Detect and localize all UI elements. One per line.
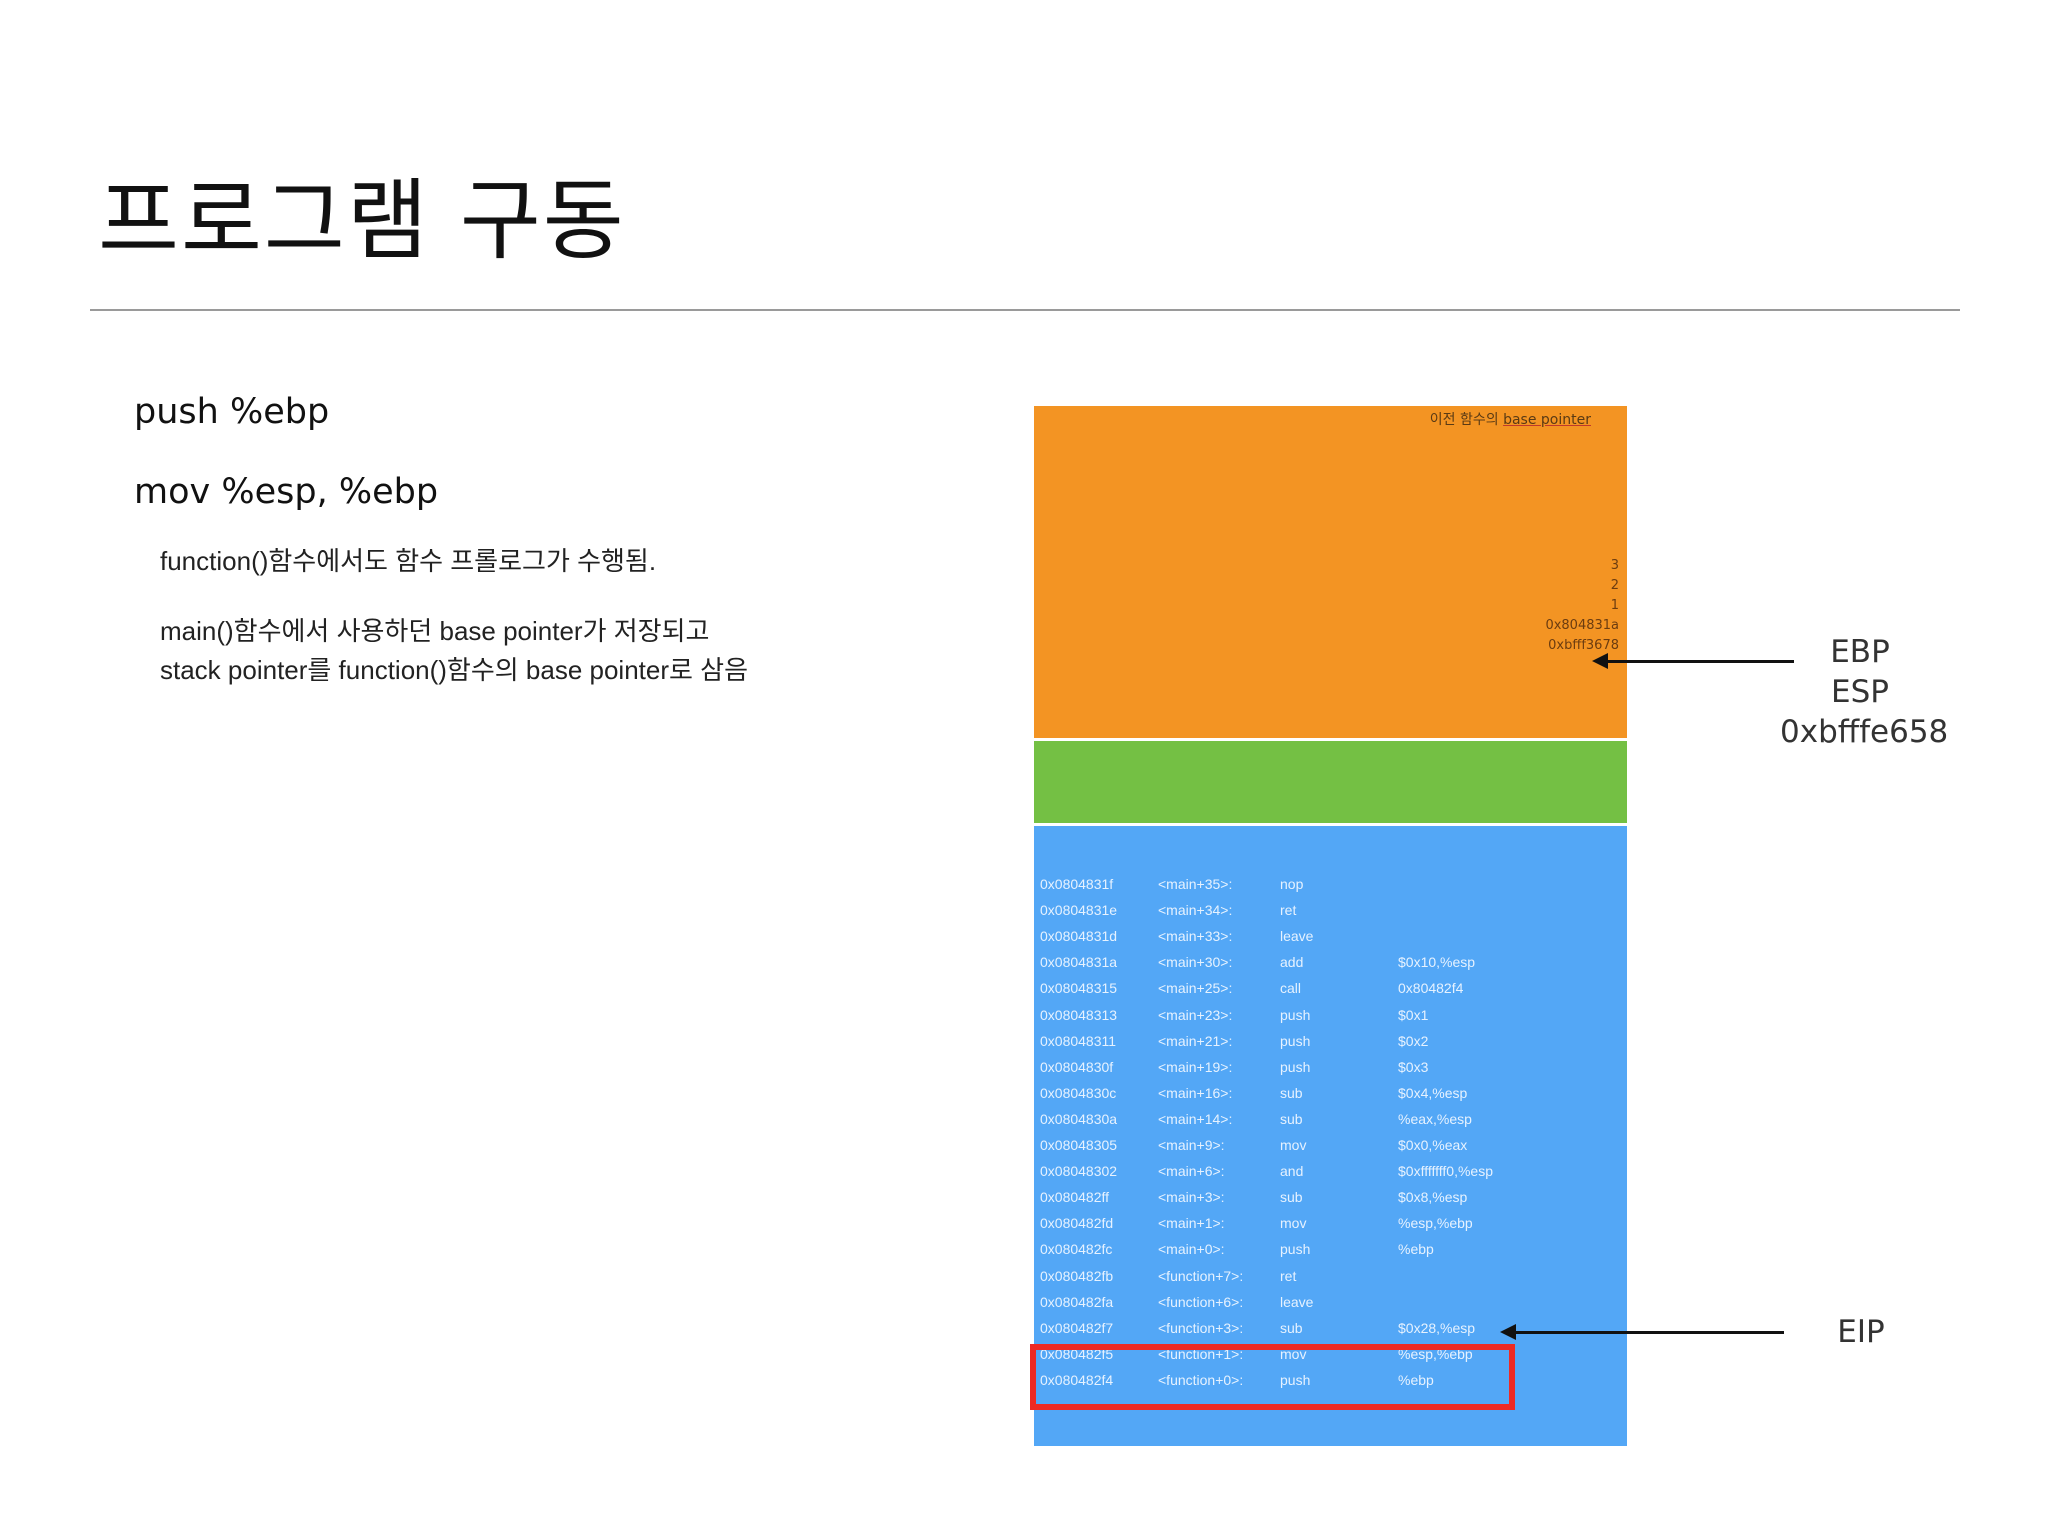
disasm-op: sub xyxy=(1280,1319,1303,1336)
disasm-arg: %esp,%ebp xyxy=(1398,1215,1473,1232)
disasm-op: push xyxy=(1280,1006,1311,1023)
caption-underlined: base pointer xyxy=(1503,412,1591,428)
highlight-box xyxy=(1030,1344,1515,1410)
disasm-addr: 0x08048305 xyxy=(1040,1137,1118,1153)
disasm-addr: 0x08048302 xyxy=(1040,1163,1118,1180)
stack-values: 3 2 1 0x804831a 0xbfff3678 xyxy=(1545,556,1619,656)
disasm-op: push xyxy=(1280,1032,1311,1049)
title-divider xyxy=(90,309,1960,311)
disasm-sym: <main+33>: xyxy=(1158,928,1233,945)
disasm-op: push xyxy=(1280,1058,1311,1075)
eip-label: EIP xyxy=(1837,1314,1885,1350)
code-push-ebp: push %ebp xyxy=(134,392,330,432)
disasm-arg: $0x3 xyxy=(1398,1058,1429,1075)
disasm-op: leave xyxy=(1280,1293,1314,1310)
disasm-sym: <main+9>: xyxy=(1158,1137,1225,1153)
disasm-sym: <main+0>: xyxy=(1158,1241,1225,1258)
disasm-sym: <function+6>: xyxy=(1158,1293,1244,1310)
stack-frame-region: 이전 함수의 base pointer 3 2 1 0x804831a 0xbf… xyxy=(1034,406,1627,738)
disasm-sym: <main+16>: xyxy=(1158,1084,1233,1101)
disasm-addr: 0x08048311 xyxy=(1040,1032,1117,1049)
description-prologue: function()함수에서도 함수 프롤로그가 수행됨. xyxy=(160,546,657,576)
description-base-pointer-line1: main()함수에서 사용하던 base pointer가 저장되고 xyxy=(160,616,710,646)
disasm-op: nop xyxy=(1280,876,1304,892)
disasm-op: mov xyxy=(1280,1137,1307,1153)
disasm-addr: 0x0804831d xyxy=(1040,928,1118,945)
disasm-sym: <main+34>: xyxy=(1158,902,1233,919)
disasm-addr: 0x080482fc xyxy=(1040,1241,1113,1258)
code-mov-esp-ebp: mov %esp, %ebp xyxy=(134,472,439,512)
disasm-sym: <main+3>: xyxy=(1158,1189,1225,1206)
disasm-arg: $0x8,%esp xyxy=(1398,1189,1468,1206)
slide-title: 프로그램 구동 xyxy=(98,169,626,272)
disasm-addr: 0x08048315 xyxy=(1040,980,1118,997)
disasm-addr: 0x0804830a xyxy=(1040,1110,1118,1127)
disasm-arg: 0x80482f4 xyxy=(1398,980,1464,997)
disasm-addr: 0x0804830f xyxy=(1040,1058,1114,1075)
disasm-arg: %eax,%esp xyxy=(1398,1110,1472,1127)
eip-arrow-line xyxy=(1514,1331,1784,1334)
ebp-esp-arrow-head xyxy=(1592,653,1608,669)
disasm-sym: <main+30>: xyxy=(1158,954,1233,971)
stack-value: 1 xyxy=(1610,598,1619,613)
disasm-sym: <main+6>: xyxy=(1158,1163,1225,1180)
disasm-addr: 0x0804831a xyxy=(1040,954,1118,971)
ebp-label: EBP xyxy=(1830,634,1890,670)
stack-value: 3 xyxy=(1610,558,1619,573)
stack-gap-region xyxy=(1034,741,1627,823)
caption-prefix: 이전 함수의 xyxy=(1429,412,1504,428)
eip-arrow-head xyxy=(1500,1324,1516,1340)
disasm-op: ret xyxy=(1280,1267,1297,1284)
disasm-sym: <function+7>: xyxy=(1158,1267,1244,1284)
disasm-sym: <main+25>: xyxy=(1158,980,1233,997)
disasm-op: call xyxy=(1280,980,1302,997)
disasm-addr: 0x080482ff xyxy=(1040,1189,1110,1206)
disasm-arg: $0x28,%esp xyxy=(1398,1319,1476,1336)
disasm-sym: <main+14>: xyxy=(1158,1110,1233,1127)
disasm-sym: <main+21>: xyxy=(1158,1032,1233,1049)
disasm-op: ret xyxy=(1280,902,1297,919)
disasm-sym: <main+1>: xyxy=(1158,1215,1225,1232)
disasm-addr: 0x080482fa xyxy=(1040,1293,1114,1310)
disasm-sym: <main+35>: xyxy=(1158,876,1233,892)
disasm-addr: 0x0804831e xyxy=(1040,902,1118,919)
description-base-pointer-line2: stack pointer를 function()함수의 base pointe… xyxy=(160,655,748,685)
disasm-op: mov xyxy=(1280,1215,1307,1232)
ebp-esp-arrow-line xyxy=(1606,660,1794,663)
disasm-op: and xyxy=(1280,1163,1304,1180)
previous-base-pointer-caption: 이전 함수의 base pointer xyxy=(1430,409,1591,429)
disasm-arg: $0x10,%esp xyxy=(1398,954,1476,971)
disasm-addr: 0x080482fb xyxy=(1040,1267,1114,1284)
disasm-sym: <function+3>: xyxy=(1158,1319,1244,1336)
esp-value-label: 0xbfffe658 xyxy=(1780,714,1949,750)
disasm-addr: 0x08048313 xyxy=(1040,1006,1118,1023)
disasm-op: add xyxy=(1280,954,1304,971)
disasm-arg: %ebp xyxy=(1398,1241,1434,1258)
stack-value: 0x804831a xyxy=(1545,618,1619,633)
esp-label: ESP xyxy=(1831,674,1889,710)
disasm-op: leave xyxy=(1280,928,1314,945)
disasm-arg: $0x2 xyxy=(1398,1032,1429,1049)
disasm-addr: 0x0804830c xyxy=(1040,1084,1117,1101)
stack-value: 2 xyxy=(1610,578,1619,593)
disasm-arg: $0x4,%esp xyxy=(1398,1084,1468,1101)
ebp-esp-label: EBP ESP 0xbfffe658 xyxy=(1780,632,1949,752)
disasm-arg: $0x1 xyxy=(1398,1006,1429,1023)
disasm-op: push xyxy=(1280,1241,1311,1258)
disasm-arg: $0xfffffff0,%esp xyxy=(1398,1163,1493,1180)
disasm-addr: 0x080482fd xyxy=(1040,1215,1114,1232)
disasm-op: sub xyxy=(1280,1084,1303,1101)
disasm-op: sub xyxy=(1280,1189,1303,1206)
disasm-op: sub xyxy=(1280,1110,1303,1127)
disasm-sym: <main+19>: xyxy=(1158,1058,1233,1075)
disasm-arg: $0x0,%eax xyxy=(1398,1137,1468,1153)
disasm-sym: <main+23>: xyxy=(1158,1006,1233,1023)
disasm-addr: 0x0804831f xyxy=(1040,876,1114,892)
disasm-addr: 0x080482f7 xyxy=(1040,1319,1114,1336)
